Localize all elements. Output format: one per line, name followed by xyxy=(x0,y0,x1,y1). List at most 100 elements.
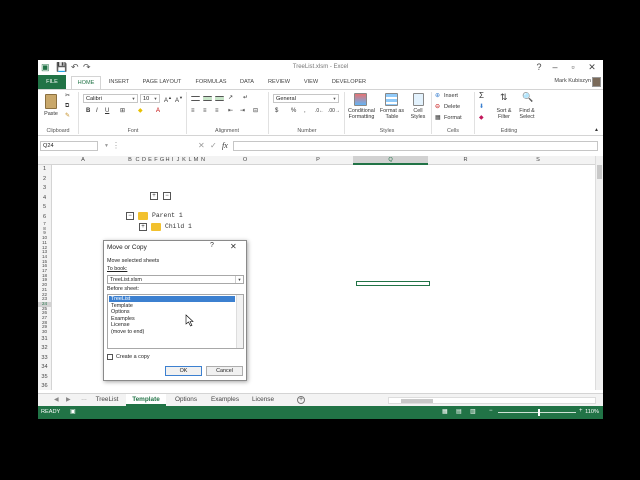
to-book-select[interactable]: TreeList.xlsm ▼ xyxy=(107,275,244,284)
row-header[interactable]: 34 xyxy=(38,363,51,373)
zoom-slider-handle[interactable] xyxy=(538,409,540,416)
ok-button[interactable]: OK xyxy=(165,366,202,376)
sheet-tab-options[interactable]: Options xyxy=(169,394,203,406)
column-header[interactable]: P xyxy=(283,156,353,165)
list-item[interactable]: Template xyxy=(109,303,235,309)
row-header[interactable]: 5 xyxy=(38,203,51,213)
list-item[interactable]: Examples xyxy=(109,316,235,322)
align-middle-icon[interactable] xyxy=(203,96,212,101)
format-as-table-button[interactable]: Format as Table xyxy=(378,108,406,120)
cancel-entry-icon[interactable]: ✕ xyxy=(198,141,205,151)
align-center-icon[interactable]: ≡ xyxy=(203,107,207,115)
collapse-button[interactable]: − xyxy=(126,212,134,220)
decrease-decimal-icon[interactable]: .00→ xyxy=(328,107,340,115)
orientation-icon[interactable]: ↗ xyxy=(228,94,233,102)
paste-button[interactable]: Paste xyxy=(40,111,62,117)
close-button[interactable]: ✕ xyxy=(583,60,601,75)
tree-child-label[interactable]: Child 1 xyxy=(165,223,192,230)
column-header[interactable]: Q xyxy=(353,156,428,165)
row-header[interactable]: 36 xyxy=(38,382,51,390)
clear-icon[interactable]: ◆ xyxy=(479,114,484,122)
borders-icon[interactable]: ⊞ xyxy=(120,107,125,115)
delete-cells-button[interactable]: Delete xyxy=(444,103,460,111)
collapse-ribbon-icon[interactable]: ▲ xyxy=(594,126,599,134)
column-header[interactable]: A xyxy=(52,156,114,165)
sheet-tab-template[interactable]: Template xyxy=(126,394,166,406)
align-top-icon[interactable] xyxy=(191,96,200,101)
before-sheet-list[interactable]: TreeList Template Options Examples Licen… xyxy=(107,294,244,349)
list-item[interactable]: TreeList xyxy=(109,296,235,302)
vertical-scrollbar[interactable] xyxy=(595,156,603,390)
user-name[interactable]: Mark Kubiszyn xyxy=(554,78,591,84)
maximize-button[interactable]: ▫ xyxy=(564,60,582,75)
tab-file[interactable]: FILE xyxy=(38,75,66,89)
autosum-icon[interactable]: Σ xyxy=(479,92,484,100)
row-header[interactable]: 1 xyxy=(38,165,51,175)
grow-font-icon[interactable]: A▲ xyxy=(164,94,172,105)
tab-developer[interactable]: DEVELOPER xyxy=(328,75,370,89)
font-name-combo[interactable]: Calibri ▼ xyxy=(83,94,138,103)
collapse-button[interactable]: − xyxy=(163,192,171,200)
create-copy-label[interactable]: Create a copy xyxy=(116,354,150,360)
comma-button[interactable]: , xyxy=(304,107,306,115)
merge-center-icon[interactable]: ⊟ xyxy=(253,107,258,115)
wrap-text-icon[interactable]: ↵ xyxy=(243,94,248,102)
percent-button[interactable]: % xyxy=(291,107,296,115)
currency-button[interactable]: $ xyxy=(275,107,278,115)
tab-data[interactable]: DATA xyxy=(236,75,258,89)
tab-formulas[interactable]: FORMULAS xyxy=(192,75,230,89)
number-format-combo[interactable]: General ▼ xyxy=(273,94,339,103)
column-header[interactable]: C xyxy=(134,156,141,165)
sheet-tab-license[interactable]: License xyxy=(247,394,279,406)
selected-cell[interactable] xyxy=(356,281,430,286)
scrollbar-thumb[interactable] xyxy=(597,165,602,179)
bold-button[interactable]: B xyxy=(86,107,90,115)
add-sheet-button[interactable]: + xyxy=(297,396,305,404)
column-header[interactable]: S xyxy=(503,156,573,165)
align-bottom-icon[interactable] xyxy=(215,96,224,101)
font-color-icon[interactable]: A xyxy=(156,107,160,115)
redo-icon[interactable]: ↷ xyxy=(83,62,91,73)
tab-insert[interactable]: INSERT xyxy=(104,75,134,89)
zoom-in-icon[interactable]: + xyxy=(579,408,583,414)
column-header[interactable]: O xyxy=(207,156,283,165)
avatar[interactable] xyxy=(592,77,601,87)
font-size-combo[interactable]: 10 ▼ xyxy=(140,94,160,103)
prev-sheet-icon[interactable]: ◀ xyxy=(54,396,59,403)
italic-button[interactable]: I xyxy=(96,107,98,115)
page-layout-view-icon[interactable]: ▤ xyxy=(456,408,462,415)
row-header[interactable]: 32 xyxy=(38,344,51,354)
format-painter-icon[interactable]: ✎ xyxy=(65,112,70,120)
sheet-tab-treelist[interactable]: TreeList xyxy=(90,394,124,406)
insert-cells-button[interactable]: Insert xyxy=(444,92,458,100)
insert-function-button[interactable]: fx xyxy=(222,141,228,151)
row-header[interactable]: 3 xyxy=(38,184,51,194)
row-header[interactable]: 2 xyxy=(38,175,51,185)
column-header[interactable]: N xyxy=(199,156,207,165)
tab-review[interactable]: REVIEW xyxy=(264,75,294,89)
column-header[interactable]: B xyxy=(126,156,134,165)
format-cells-button[interactable]: Format xyxy=(444,114,462,122)
row-header[interactable]: 33 xyxy=(38,354,51,364)
increase-decimal-icon[interactable]: .0← xyxy=(315,107,324,115)
sheet-tab-examples[interactable]: Examples xyxy=(206,394,244,406)
zoom-out-icon[interactable]: − xyxy=(489,408,493,414)
list-scrollbar[interactable] xyxy=(236,295,243,348)
sort-filter-button[interactable]: Sort & Filter xyxy=(493,108,515,120)
expand-button[interactable]: + xyxy=(139,223,147,231)
list-item[interactable]: Options xyxy=(109,309,235,315)
tab-page-layout[interactable]: PAGE LAYOUT xyxy=(138,75,186,89)
align-left-icon[interactable]: ≡ xyxy=(191,107,195,115)
expand-button[interactable]: + xyxy=(150,192,158,200)
list-item[interactable]: (move to end) xyxy=(109,329,235,335)
cut-icon[interactable]: ✂ xyxy=(65,92,70,100)
list-item[interactable]: License xyxy=(109,322,235,328)
decrease-indent-icon[interactable]: ⇤ xyxy=(228,107,233,115)
more-sheets-icon[interactable]: … xyxy=(81,396,87,402)
column-header[interactable]: R xyxy=(428,156,503,165)
cell-styles-button[interactable]: Cell Styles xyxy=(407,108,429,120)
confirm-entry-icon[interactable]: ✓ xyxy=(210,141,217,151)
tree-parent-label[interactable]: Parent 1 xyxy=(152,212,183,219)
name-box[interactable]: Q24 xyxy=(40,141,98,151)
name-box-dropdown-icon[interactable]: ▼ xyxy=(104,141,109,151)
